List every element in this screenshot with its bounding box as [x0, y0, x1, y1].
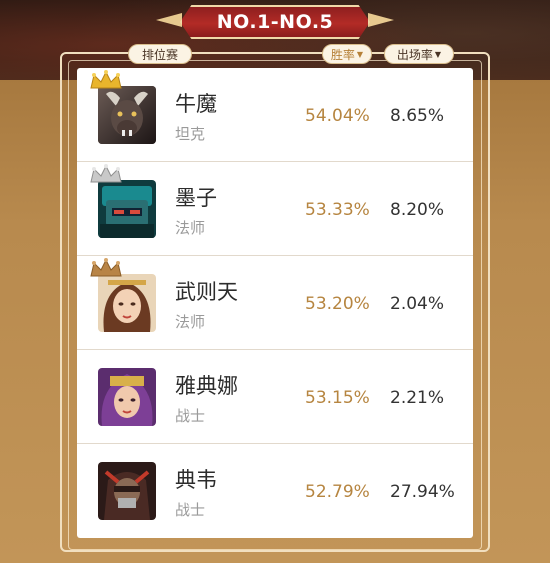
sort-pick-rate-button[interactable]: 出场率 ▼	[384, 44, 454, 64]
hero-row[interactable]: 武则天 法师 53.20% 2.04%	[77, 256, 473, 350]
hero-row[interactable]: 牛魔 坦克 54.04% 8.65%	[77, 68, 473, 162]
hero-name: 雅典娜	[175, 374, 238, 398]
hero-row[interactable]: 雅典娜 战士 53.15% 2.21%	[77, 350, 473, 444]
bronze-crown-icon	[90, 258, 122, 277]
pick-rate-value: 8.20%	[390, 200, 445, 220]
hero-role: 战士	[175, 407, 206, 425]
sort-down-icon: ▼	[356, 49, 364, 59]
sort-down-icon: ▼	[434, 49, 442, 59]
hero-role: 法师	[175, 313, 206, 331]
pick-rate-value: 8.65%	[390, 106, 445, 126]
win-rate-value: 53.20%	[305, 294, 370, 314]
bull-demon-avatar	[98, 86, 156, 144]
pick-rate-value: 27.94%	[390, 482, 455, 502]
athena-avatar	[98, 368, 156, 426]
win-rate-value: 53.15%	[305, 388, 370, 408]
hero-role: 战士	[175, 501, 206, 519]
sort-win-rate-button[interactable]: 胜率 ▼	[322, 44, 372, 64]
win-rate-value: 52.79%	[305, 482, 370, 502]
silver-crown-icon	[90, 164, 122, 183]
win-rate-value: 54.04%	[305, 106, 370, 126]
hero-row[interactable]: 墨子 法师 53.33% 8.20%	[77, 162, 473, 256]
win-rate-label: 胜率	[330, 47, 355, 62]
title-ribbon: NO.1-NO.5	[180, 5, 370, 39]
gold-crown-icon	[90, 70, 122, 89]
mech-robot-avatar	[98, 180, 156, 238]
hero-role: 法师	[175, 219, 206, 237]
pick-rate-label: 出场率	[396, 47, 433, 62]
dianwei-avatar	[98, 462, 156, 520]
hero-name: 牛魔	[175, 92, 217, 116]
page-title: NO.1-NO.5	[216, 11, 334, 33]
rank-mode-label: 排位赛	[141, 47, 178, 62]
pick-rate-value: 2.04%	[390, 294, 445, 314]
hero-row[interactable]: 典韦 战士 52.79% 27.94%	[77, 444, 473, 538]
hero-name: 武则天	[175, 280, 238, 304]
hero-name: 墨子	[175, 186, 217, 210]
hero-name: 典韦	[175, 468, 217, 492]
hero-ranking-list: 牛魔 坦克 54.04% 8.65% 墨子 法师 53.33% 8.20% 武则…	[77, 68, 473, 538]
rank-mode-tab[interactable]: 排位赛	[128, 44, 192, 64]
win-rate-value: 53.33%	[305, 200, 370, 220]
empress-avatar	[98, 274, 156, 332]
pick-rate-value: 2.21%	[390, 388, 445, 408]
hero-role: 坦克	[175, 125, 206, 143]
